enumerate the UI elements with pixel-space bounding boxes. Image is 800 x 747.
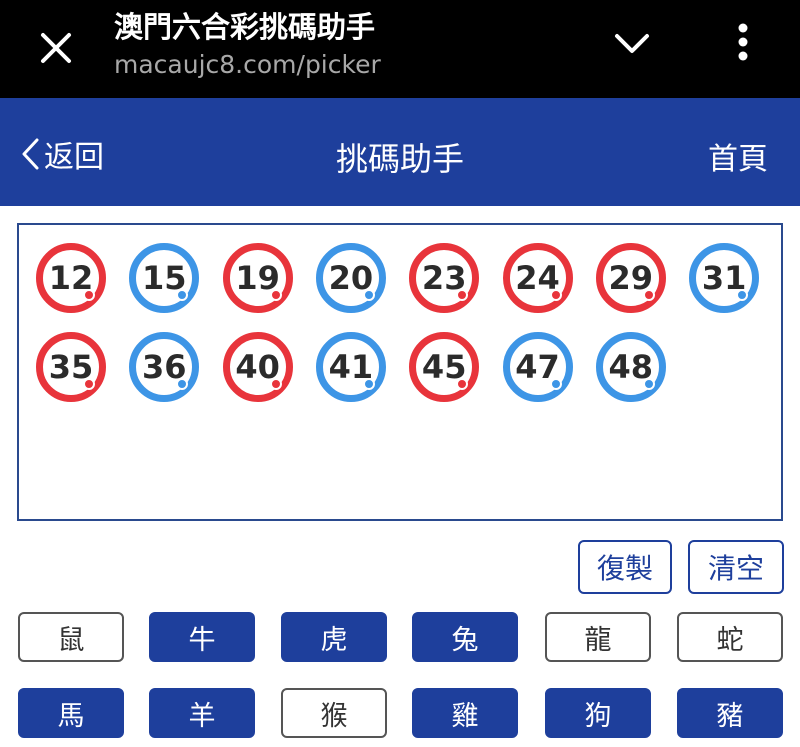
number-ball[interactable]: 20: [315, 243, 386, 313]
ball-highlight: [549, 378, 562, 390]
number-ball[interactable]: 29: [595, 243, 666, 313]
zodiac-button[interactable]: 牛: [149, 612, 255, 662]
number-ball[interactable]: 36: [129, 332, 200, 402]
app-header: 返回 挑碼助手 首頁: [0, 98, 800, 206]
ball-highlight: [269, 378, 282, 390]
zodiac-button[interactable]: 蛇: [677, 612, 783, 662]
zodiac-button[interactable]: 馬: [18, 688, 124, 738]
zodiac-button[interactable]: 猴: [281, 688, 387, 738]
zodiac-button[interactable]: 鼠: [18, 612, 124, 662]
ball-highlight: [456, 289, 469, 301]
number-ball[interactable]: 31: [689, 243, 760, 313]
ball-highlight: [736, 289, 749, 301]
number-ball[interactable]: 40: [222, 332, 293, 402]
ball-highlight: [83, 378, 95, 390]
more-vertical-icon[interactable]: [720, 18, 766, 66]
picked-numbers-panel: 12 15 19 20 23 24 29 31 35 36 40 41 45 47 48: [17, 223, 783, 521]
zodiac-button[interactable]: 雞: [412, 688, 518, 738]
ball-highlight: [269, 289, 282, 301]
browser-page-title: 澳門六合彩挑碼助手: [114, 10, 376, 44]
ball-highlight: [456, 378, 469, 390]
close-icon[interactable]: [30, 22, 82, 74]
number-ball[interactable]: 35: [36, 332, 106, 402]
ball-highlight: [83, 289, 95, 301]
number-ball[interactable]: 24: [502, 243, 573, 313]
zodiac-button[interactable]: 兔: [412, 612, 518, 662]
browser-toolbar: 澳門六合彩挑碼助手 macaujc8.com/picker: [0, 0, 800, 98]
zodiac-button[interactable]: 狗: [545, 688, 651, 738]
ball-highlight: [362, 378, 375, 390]
number-ball[interactable]: 47: [502, 332, 573, 402]
zodiac-button[interactable]: 虎: [281, 612, 387, 662]
ball-highlight: [549, 289, 562, 301]
page-title: 挑碼助手: [335, 140, 464, 178]
number-ball[interactable]: 23: [409, 243, 480, 313]
number-ball[interactable]: 12: [36, 243, 106, 313]
ball-highlight: [176, 378, 189, 390]
clear-button[interactable]: 清空: [688, 540, 784, 594]
number-ball[interactable]: 15: [129, 243, 200, 313]
ball-highlight: [362, 289, 375, 301]
copy-button[interactable]: 復製: [578, 540, 672, 594]
ball-highlight: [642, 378, 655, 390]
ball-highlight: [176, 289, 189, 301]
home-button[interactable]: 首頁: [708, 134, 768, 178]
zodiac-button[interactable]: 豬: [677, 688, 783, 738]
browser-url: macaujc8.com/picker: [114, 50, 381, 79]
chevron-down-icon[interactable]: [606, 22, 658, 66]
zodiac-button[interactable]: 龍: [545, 612, 651, 662]
number-ball[interactable]: 19: [222, 243, 293, 313]
ball-highlight: [642, 289, 655, 301]
zodiac-button[interactable]: 羊: [149, 688, 255, 738]
number-ball[interactable]: 48: [595, 332, 666, 402]
number-ball[interactable]: 41: [315, 332, 386, 402]
number-ball[interactable]: 45: [409, 332, 480, 402]
